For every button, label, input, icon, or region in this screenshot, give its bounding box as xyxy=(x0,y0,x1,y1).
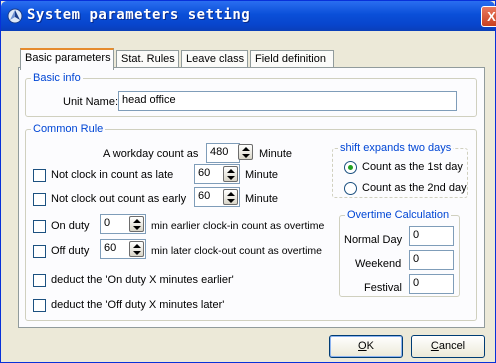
festival-label: Festival xyxy=(364,282,402,294)
on-duty-label: On duty xyxy=(51,220,90,232)
close-button[interactable]: X xyxy=(481,6,496,27)
on-duty-stepper[interactable]: 0 xyxy=(100,214,146,234)
workday-stepper[interactable]: 480 xyxy=(206,143,240,163)
cancel-label: ancel xyxy=(438,340,466,352)
on-duty-suffix: min earlier clock-in count as overtime xyxy=(151,220,325,232)
tab-label: Stat. Rules xyxy=(121,53,175,65)
common-rule-legend: Common Rule xyxy=(33,123,104,135)
off-duty-label: Off duty xyxy=(51,245,90,257)
early-unit: Minute xyxy=(245,193,279,205)
shift-option-2-radio[interactable] xyxy=(344,182,357,195)
shift-option-1-label: Count as the 1st day xyxy=(362,161,463,173)
title-bar[interactable]: System parameters setting X xyxy=(1,1,496,31)
app-icon xyxy=(7,8,23,24)
deduct-on-checkbox[interactable] xyxy=(33,274,46,287)
unit-name-input[interactable]: head office xyxy=(118,91,457,111)
spin-arrows-icon[interactable] xyxy=(238,144,253,160)
festival-input[interactable]: 0 xyxy=(409,274,454,294)
deduct-off-label: deduct the 'Off duty X minutes later' xyxy=(51,299,225,311)
workday-unit: Minute xyxy=(259,148,293,160)
off-duty-stepper[interactable]: 60 xyxy=(100,239,146,259)
late-stepper[interactable]: 60 xyxy=(194,164,240,184)
dialog-window: System parameters setting X Basic parame… xyxy=(0,0,496,363)
normal-day-label: Normal Day xyxy=(344,234,403,246)
tab-panel: Basic info Unit Name: head office Common… xyxy=(18,67,485,328)
workday-label: A workday count as xyxy=(103,148,199,160)
on-duty-value: 0 xyxy=(104,217,111,229)
spin-arrows-icon[interactable] xyxy=(129,216,144,232)
ok-button[interactable]: OK xyxy=(329,335,403,358)
deduct-off-checkbox[interactable] xyxy=(33,299,46,312)
deduct-on-label: deduct the 'On duty X minutes earlier' xyxy=(51,274,234,286)
late-label: Not clock in count as late xyxy=(51,169,174,181)
ok-label: K xyxy=(366,340,374,352)
unit-name-value: head office xyxy=(122,94,176,106)
normal-day-value: 0 xyxy=(413,229,420,241)
ok-mnemonic: O xyxy=(358,340,367,352)
early-value: 60 xyxy=(198,190,211,202)
normal-day-input[interactable]: 0 xyxy=(409,226,454,246)
unit-name-label: Unit Name: xyxy=(63,96,119,108)
weekend-input[interactable]: 0 xyxy=(409,250,454,270)
window-title: System parameters setting xyxy=(27,7,251,23)
on-duty-checkbox[interactable] xyxy=(33,220,46,233)
late-unit: Minute xyxy=(245,169,279,181)
festival-value: 0 xyxy=(413,277,420,289)
shift-option-2-label: Count as the 2nd day xyxy=(362,182,467,194)
early-checkbox[interactable] xyxy=(33,193,46,206)
basic-info-legend: Basic info xyxy=(33,72,81,84)
early-stepper[interactable]: 60 xyxy=(194,187,240,207)
tab-basic-parameters[interactable]: Basic parameters xyxy=(20,48,114,70)
spin-arrows-icon[interactable] xyxy=(223,166,238,182)
cancel-mnemonic: C xyxy=(430,340,439,352)
late-checkbox[interactable] xyxy=(33,169,46,182)
weekend-label: Weekend xyxy=(355,258,402,270)
tab-label: Basic parameters xyxy=(25,52,111,64)
early-label: Not clock out count as early xyxy=(51,193,187,205)
cancel-button[interactable]: Cancel xyxy=(411,335,485,358)
shift-option-1-radio[interactable] xyxy=(344,161,357,174)
off-duty-checkbox[interactable] xyxy=(33,245,46,258)
tab-label: Leave class xyxy=(186,53,245,65)
tab-label: Field definition xyxy=(255,53,326,65)
late-value: 60 xyxy=(198,167,211,179)
off-duty-suffix: min later clock-out count as overtime xyxy=(151,245,322,257)
spin-arrows-icon[interactable] xyxy=(223,189,238,205)
off-duty-value: 60 xyxy=(104,242,117,254)
close-icon: X xyxy=(487,9,496,24)
overtime-legend: Overtime Calculation xyxy=(347,209,450,221)
shift-legend: shift expands two days xyxy=(340,142,452,154)
workday-value: 480 xyxy=(210,146,229,158)
weekend-value: 0 xyxy=(413,253,420,265)
spin-arrows-icon[interactable] xyxy=(129,241,144,257)
